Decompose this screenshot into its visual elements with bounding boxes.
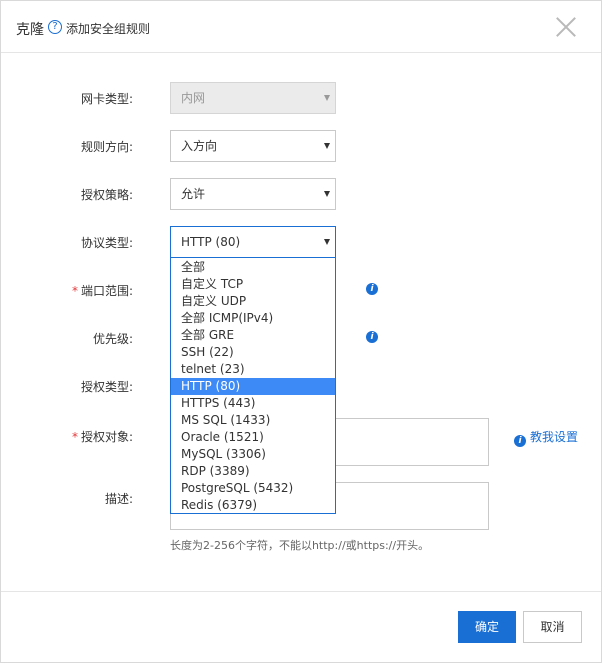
auth-object-label: * 授权对象: — [71, 430, 133, 444]
required-marker: * — [71, 284, 78, 298]
protocol-option[interactable]: HTTPS (443) — [171, 395, 335, 412]
close-icon[interactable] — [555, 16, 577, 38]
direction-select[interactable]: 入方向 — [170, 130, 336, 162]
port-range-label: * 端口范围: — [71, 284, 133, 298]
protocol-label: 协议类型: — [80, 236, 133, 250]
protocol-option[interactable]: 自定义 TCP — [171, 276, 335, 293]
protocol-select[interactable]: HTTP (80) — [170, 226, 336, 258]
protocol-option[interactable]: 全部 ICMP(IPv4) — [171, 310, 335, 327]
policy-label: 授权策略: — [80, 188, 133, 202]
direction-value: 入方向 — [181, 139, 218, 153]
dialog-title: 克隆 — [16, 22, 44, 38]
protocol-option[interactable]: Redis (6379) — [171, 497, 335, 514]
confirm-button[interactable]: 确定 — [458, 611, 516, 643]
priority-label: 优先级: — [92, 332, 133, 346]
protocol-dropdown-list[interactable]: 全部 自定义 TCP 自定义 UDP 全部 ICMP(IPv4) 全部 GRE SSH (… — [170, 257, 336, 514]
auth-type-label: 授权类型: — [80, 380, 133, 394]
description-label: 描述: — [104, 492, 133, 506]
protocol-option[interactable]: HTTP (80) — [171, 378, 335, 395]
protocol-option[interactable]: MySQL (3306) — [171, 446, 335, 463]
required-marker: * — [71, 430, 78, 444]
policy-value: 允许 — [181, 187, 206, 201]
nic-type-select: 内网 — [170, 82, 336, 114]
dialog-footer — [1, 591, 601, 592]
nic-type-value: 内网 — [181, 91, 206, 105]
protocol-value: HTTP (80) — [181, 235, 241, 249]
protocol-option[interactable]: telnet (23) — [171, 361, 335, 378]
tutorial-link[interactable]: i 教我设置 — [514, 428, 578, 447]
info-icon[interactable]: i — [366, 283, 378, 295]
protocol-option[interactable]: SSH (22) — [171, 344, 335, 361]
dialog-header: 克隆 ? 添加安全组规则 — [1, 1, 601, 53]
nic-type-label: 网卡类型: — [80, 92, 133, 106]
direction-label: 规则方向: — [80, 140, 133, 154]
tutorial-link-label: 教我设置 — [530, 430, 579, 444]
protocol-option[interactable]: Oracle (1521) — [171, 429, 335, 446]
description-hint: 长度为2-256个字符，不能以http://或https://开头。 — [170, 539, 430, 552]
chevron-down-icon — [324, 191, 330, 197]
protocol-option[interactable]: 全部 GRE — [171, 327, 335, 344]
protocol-option[interactable]: 自定义 UDP — [171, 293, 335, 310]
info-icon[interactable]: i — [366, 331, 378, 343]
protocol-option[interactable]: PostgreSQL (5432) — [171, 480, 335, 497]
chevron-down-icon — [324, 143, 330, 149]
dialog-subtitle: 添加安全组规则 — [66, 22, 151, 36]
info-icon: i — [514, 435, 526, 447]
add-security-group-rule-dialog: 克隆 ? 添加安全组规则 网卡类型: 内网 规则方向: 入方向 授权策略: 允许… — [0, 0, 602, 663]
chevron-down-icon — [324, 239, 330, 245]
protocol-option[interactable]: 全部 — [171, 259, 335, 276]
cancel-button[interactable]: 取消 — [523, 611, 582, 643]
chevron-down-icon — [324, 95, 330, 101]
protocol-option[interactable]: RDP (3389) — [171, 463, 335, 480]
protocol-option[interactable]: MS SQL (1433) — [171, 412, 335, 429]
policy-select[interactable]: 允许 — [170, 178, 336, 210]
help-icon[interactable]: ? — [48, 20, 62, 34]
